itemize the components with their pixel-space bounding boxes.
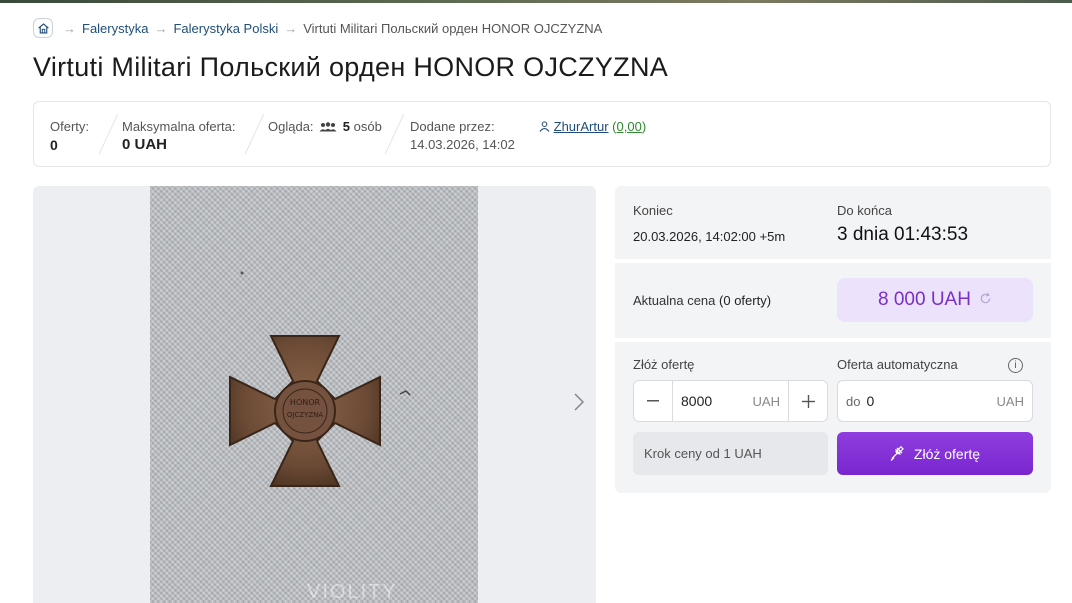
bid-stepper: 8000 UAH: [633, 380, 828, 422]
divider: [384, 114, 405, 154]
users-icon: [319, 119, 337, 137]
max-offer-stat: Maksymalna oferta: 0 UAH: [122, 118, 235, 154]
remaining-label: Do końca: [837, 203, 892, 218]
breadcrumb: → Falerystyka → Falerystyka Polski → Vir…: [33, 17, 602, 39]
refresh-icon[interactable]: [979, 292, 992, 308]
max-offer-value: 0 UAH: [122, 136, 235, 154]
divider: [244, 114, 265, 154]
auction-end-card: Koniec 20.03.2026, 14:02:00 +5m Do końca…: [615, 186, 1051, 259]
current-price-card: Aktualna cena (0 oferty) 8 000 UAH: [615, 263, 1051, 338]
medal-text-bottom: OJCZYZNA: [287, 411, 324, 419]
top-photo-strip: [0, 0, 1072, 3]
info-icon[interactable]: i: [1008, 358, 1023, 373]
divider: [98, 114, 119, 154]
offers-label: Oferty:: [50, 119, 90, 134]
current-price-offers: (0 oferty): [719, 293, 772, 308]
place-bid-button[interactable]: Złóż ofertę: [837, 432, 1033, 475]
watching-label: Ogląda:: [268, 119, 314, 134]
increase-button[interactable]: [789, 381, 827, 421]
place-bid-label: Złóż ofertę: [913, 445, 981, 462]
photo-gallery[interactable]: HONOR OJCZYZNA VIOLITY: [33, 186, 596, 603]
bid-card: Złóż ofertę Oferta automatyczna i 8000 U…: [615, 342, 1051, 493]
home-icon[interactable]: [33, 18, 53, 38]
offers-stat: Oferty: 0: [50, 118, 89, 154]
bid-amount-value: 8000: [681, 393, 713, 409]
offers-value: 0: [50, 137, 58, 153]
price-step-note: Krok ceny od 1 UAH: [633, 432, 828, 475]
current-price-pill: 8 000 UAH: [837, 278, 1033, 322]
watching-value: 5: [342, 119, 351, 134]
lot-info-bar: Oferty: 0 Maksymalna oferta: 0 UAH Ogląd…: [33, 101, 1051, 167]
watching-stat: Ogląda: 5 osób: [268, 118, 382, 137]
seller-info: ZhurArtur (0,00): [539, 118, 646, 137]
gavel-icon: [890, 445, 906, 462]
end-label: Koniec: [633, 203, 673, 218]
end-date: 20.03.2026, 14:02:00 +5m: [633, 229, 786, 244]
current-price-text: Aktualna cena: [633, 293, 716, 308]
breadcrumb-arrow: →: [154, 20, 168, 36]
user-icon: [539, 119, 550, 137]
auto-bid-currency: UAH: [996, 393, 1024, 409]
bid-label: Złóż ofertę: [633, 357, 695, 372]
added-label: Dodane przez:: [410, 119, 495, 134]
auto-bid-value: 0: [866, 393, 875, 409]
breadcrumb-item-falerystyka[interactable]: Falerystyka: [82, 21, 148, 36]
page-title: Virtuti Militari Польский орден HONOR OJ…: [33, 52, 669, 82]
seller-link[interactable]: ZhurArtur: [554, 119, 609, 134]
auto-bid-prefix: do: [846, 394, 861, 409]
breadcrumb-arrow: →: [63, 20, 76, 36]
watermark: VIOLITY: [307, 581, 398, 603]
added-by-stat: Dodane przez: 14.03.2026, 14:02: [410, 118, 515, 154]
max-offer-label: Maksymalna oferta:: [122, 119, 236, 134]
auto-bid-label: Oferta automatyczna: [837, 357, 958, 372]
watching-unit: osób: [353, 119, 382, 134]
auto-bid-input[interactable]: do 0 UAH: [837, 380, 1033, 422]
added-date: 14.03.2026, 14:02: [410, 137, 515, 152]
breadcrumb-current: Virtuti Militari Польский орден HONOR OJ…: [303, 20, 603, 36]
medal-image: HONOR OJCZYZNA: [229, 271, 411, 487]
chevron-right-icon[interactable]: [574, 393, 585, 415]
current-price-label: Aktualna cena (0 oferty): [633, 293, 771, 308]
countdown: 3 dnia 01:43:53: [837, 224, 969, 245]
bid-amount-input[interactable]: 8000 UAH: [672, 381, 789, 421]
lot-photo[interactable]: HONOR OJCZYZNA: [150, 186, 478, 603]
current-price-value: 8 000 UAH: [878, 289, 971, 310]
bid-currency: UAH: [752, 393, 780, 409]
max-offer-amount: 0 UAH: [122, 136, 168, 153]
medal-text-top: HONOR: [290, 398, 321, 407]
breadcrumb-arrow: →: [284, 20, 298, 36]
seller-rating[interactable]: 0,00: [617, 119, 642, 134]
breadcrumb-item-falerystyka-polski[interactable]: Falerystyka Polski: [173, 21, 278, 36]
decrease-button[interactable]: [634, 381, 672, 421]
